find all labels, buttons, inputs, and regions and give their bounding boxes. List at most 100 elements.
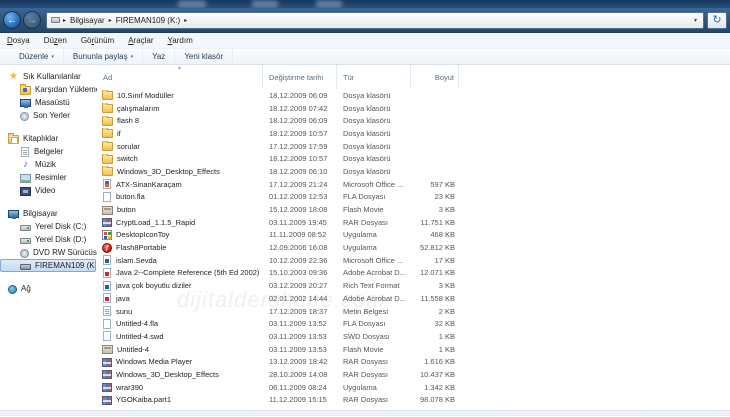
sidebar-group-s-k-kullan-lanlar[interactable]: ★ Sık Kullanılanlar: [0, 70, 97, 83]
address-dropdown-icon[interactable]: ▾: [692, 17, 699, 24]
table-row[interactable]: java çok boyutlu diziler03.12.2009 20:27…: [97, 279, 730, 292]
star-icon: ★: [8, 72, 19, 82]
menu-bar: DosyaDüzenGörünümAraçlarYardım: [0, 33, 730, 49]
table-row[interactable]: Windows_3D_Desktop_Effects28.10.2009 14:…: [97, 368, 730, 381]
table-row[interactable]: Windows Media Player13.12.2009 18:42RAR …: [97, 355, 730, 368]
sidebar-item[interactable]: FIREMAN109 (K:): [0, 259, 96, 272]
file-date-cell: 01.12.2009 12:53: [263, 192, 337, 201]
table-row[interactable]: Untitled-4.swd03.11.2009 13:53SWD Dosyas…: [97, 330, 730, 343]
file-size-cell: 468 KB: [411, 230, 459, 239]
table-row[interactable]: 10.Sınıf Modüller18.12.2009 06:09Dosya k…: [97, 89, 730, 102]
file-type-cell: Dosya klasörü: [337, 167, 411, 176]
menu-gorunum[interactable]: Görünüm: [74, 36, 121, 45]
column-header-de-i-tirme-tarihi[interactable]: Değiştirme tarihi: [263, 65, 337, 89]
table-row[interactable]: java02.01.2002 14:44Adobe Acrobat D...11…: [97, 292, 730, 305]
file-name: Windows_3D_Desktop_Effects: [117, 167, 220, 176]
downloads-icon: [20, 86, 31, 95]
file-name-cell: Windows_3D_Desktop_Effects: [97, 369, 263, 379]
sidebar-group-label: Kitaplıklar: [23, 134, 58, 143]
file-type-cell: FLA Dosyası: [337, 319, 411, 328]
table-row[interactable]: Untitled-4.fla03.11.2009 13:52FLA Dosyas…: [97, 317, 730, 330]
table-row[interactable]: sorular17.12.2009 17:59Dosya klasörü: [97, 140, 730, 153]
file-name: java: [116, 294, 130, 303]
table-row[interactable]: ATX-SinanKaraçam17.12.2009 21:24Microsof…: [97, 178, 730, 191]
folder-icon: [102, 117, 113, 126]
table-row[interactable]: Java 2--Complete Reference (5th Ed 2002)…: [97, 267, 730, 280]
pdf-icon: [103, 293, 111, 303]
command-bar: Düzenle▾Bununla paylaş▾YazYeni klasör: [0, 49, 730, 65]
table-row[interactable]: DesktopIconToy11.11.2009 08:52Uygulama46…: [97, 229, 730, 242]
toolbar-yeni-klasor[interactable]: Yeni klasör: [175, 49, 233, 64]
menu-dosya[interactable]: Dosya: [0, 36, 37, 45]
sidebar-item[interactable]: DVD RW Sürücüsü (E: [0, 246, 97, 259]
details-pane-edge: [0, 410, 730, 416]
refresh-button[interactable]: ↻: [707, 12, 727, 29]
forward-button[interactable]: →: [23, 11, 41, 29]
table-row[interactable]: buton.fla01.12.2009 12:53FLA Dosyası23 K…: [97, 191, 730, 204]
menu-araclar[interactable]: Araçlar: [121, 36, 160, 45]
table-row[interactable]: Windows_3D_Desktop_Effects18.12.2009 06:…: [97, 165, 730, 178]
back-button[interactable]: ←: [3, 11, 21, 29]
sidebar-group: BilgisayarYerel Disk (C:)Yerel Disk (D:)…: [0, 207, 97, 272]
sidebar-group-label: Sık Kullanılanlar: [23, 72, 81, 81]
sidebar-item[interactable]: Belgeler: [0, 145, 97, 158]
chevron-down-icon: ▾: [51, 54, 54, 60]
file-name-cell: CryptLoad_1.1.5_Rapid: [97, 217, 263, 227]
file-name-cell: ATX-SinanKaraçam: [97, 179, 263, 189]
text-icon: [103, 306, 111, 316]
toolbar-bununla-paylas[interactable]: Bununla paylaş▾: [64, 49, 143, 64]
table-row[interactable]: switch18.12.2009 10:57Dosya klasörü: [97, 152, 730, 165]
table-row[interactable]: islam.Sevda10.12.2009 22:36Microsoft Off…: [97, 254, 730, 267]
sidebar-group-kitapl-klar[interactable]: Kitaplıklar: [0, 132, 97, 145]
file-name: ATX-SinanKaraçam: [116, 180, 182, 189]
flash-icon: f: [102, 243, 112, 253]
toolbar-duzenle[interactable]: Düzenle▾: [10, 49, 64, 64]
toolbar-yaz[interactable]: Yaz: [143, 49, 175, 64]
sidebar-item[interactable]: Yerel Disk (D:): [0, 233, 97, 246]
address-bar[interactable]: ▸Bilgisayar▸FIREMAN109 (K:)▸ ▾: [46, 12, 704, 29]
sidebar-item-label: Video: [35, 186, 55, 195]
file-type-cell: Adobe Acrobat D...: [337, 294, 411, 303]
column-header-ad[interactable]: Ad▴: [97, 65, 263, 89]
breadcrumb-item[interactable]: Bilgisayar: [69, 16, 106, 25]
file-name: 10.Sınıf Modüller: [117, 91, 174, 100]
table-row[interactable]: Untitled-403.11.2009 13:53Flash Movie1 K…: [97, 343, 730, 356]
column-header-t-r[interactable]: Tür: [337, 65, 411, 89]
file-size-cell: 23 KB: [411, 192, 459, 201]
table-row[interactable]: wrar39006.11.2009 08:24Uygulama1.342 KB: [97, 381, 730, 394]
sidebar-item[interactable]: ♪Müzik: [0, 158, 97, 171]
sidebar-group-a-[interactable]: Ağ: [0, 282, 97, 295]
column-header-boyut[interactable]: Boyut: [411, 65, 459, 89]
file-type-cell: Adobe Acrobat D...: [337, 268, 411, 277]
menu-duzen[interactable]: Düzen: [37, 36, 74, 45]
table-row[interactable]: if18.12.2009 10:57Dosya klasörü: [97, 127, 730, 140]
table-row[interactable]: fFlash8Portable12.09.2006 16:08Uygulama5…: [97, 241, 730, 254]
sidebar-item[interactable]: Resimler: [0, 171, 97, 184]
sidebar-item[interactable]: Video: [0, 184, 97, 197]
table-row[interactable]: sunu17.12.2009 18:37Metin Belgesi2 KB: [97, 305, 730, 318]
sidebar-item[interactable]: Son Yerler: [0, 109, 97, 122]
file-name-cell: buton.fla: [97, 192, 263, 202]
folder-icon: [102, 104, 113, 113]
sidebar-group-bilgisayar[interactable]: Bilgisayar: [0, 207, 97, 220]
table-row[interactable]: buton15.12.2009 18:08Flash Movie3 KB: [97, 203, 730, 216]
page-icon: [103, 192, 111, 202]
menu-yardim[interactable]: Yardım: [161, 36, 200, 45]
sidebar-item[interactable]: Karşıdan Yüklemeler: [0, 83, 97, 96]
hdd2-icon: [20, 238, 31, 244]
file-type-cell: Rich Text Format: [337, 281, 411, 290]
breadcrumb-item[interactable]: FIREMAN109 (K:): [115, 16, 181, 25]
forward-arrow-icon: →: [27, 15, 37, 26]
sidebar-item[interactable]: Yerel Disk (C:): [0, 220, 97, 233]
file-date-cell: 03.11.2009 13:52: [263, 319, 337, 328]
file-type-cell: Dosya klasörü: [337, 154, 411, 163]
file-date-cell: 17.12.2009 17:59: [263, 142, 337, 151]
file-name: if: [117, 129, 121, 138]
sidebar-item[interactable]: Masaüstü: [0, 96, 97, 109]
file-name: CryptLoad_1.1.5_Rapid: [116, 218, 195, 227]
table-row[interactable]: çalışmalarım18.12.2009 07:42Dosya klasör…: [97, 102, 730, 115]
table-row[interactable]: CryptLoad_1.1.5_Rapid03.11.2009 19:45RAR…: [97, 216, 730, 229]
file-date-cell: 03.12.2009 20:27: [263, 281, 337, 290]
table-row[interactable]: flash 818.12.2009 06:09Dosya klasörü: [97, 114, 730, 127]
table-row[interactable]: YGOKaiba.part111.12.2009 15:15RAR Dosyas…: [97, 394, 730, 407]
